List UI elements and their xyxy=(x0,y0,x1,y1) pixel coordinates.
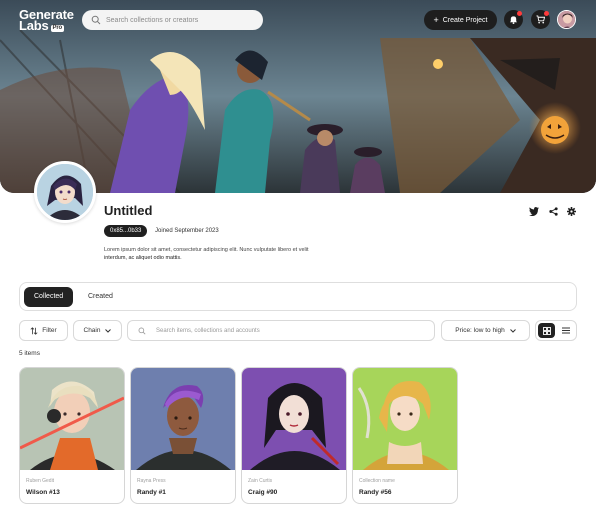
nft-artwork xyxy=(131,368,235,470)
cart-icon xyxy=(536,15,545,24)
sort-label: Price: low to high xyxy=(455,327,505,334)
logo-line-2: Labs xyxy=(19,18,49,33)
nft-card[interactable]: Collection name Randy #56 xyxy=(352,367,458,504)
bio-line-1: Lorem ipsum dolor sit amet, consectetur … xyxy=(104,247,309,253)
nft-image xyxy=(353,368,457,470)
brand-logo[interactable]: Generate Labs Pro xyxy=(19,8,74,33)
filter-button[interactable]: Filter xyxy=(19,320,68,341)
create-project-button[interactable]: + Create Project xyxy=(424,10,497,30)
nft-artwork xyxy=(242,368,346,470)
card-collection: Rayna Press xyxy=(137,478,166,484)
card-collection: Ruben Gedit xyxy=(26,478,55,484)
nft-image xyxy=(20,368,124,470)
joined-date: Joined September 2023 xyxy=(155,228,219,234)
chevron-down-icon xyxy=(509,328,516,333)
items-search-placeholder: Search items, collections and accounts xyxy=(156,327,260,334)
card-name: Wilson #13 xyxy=(26,489,60,496)
filter-label: Filter xyxy=(42,327,57,334)
profile-avatar xyxy=(34,161,96,223)
profile-bio: Lorem ipsum dolor sit amet, consectetur … xyxy=(104,246,339,262)
notification-dot xyxy=(517,11,522,16)
wallet-address-badge[interactable]: 0x85...0b33 xyxy=(104,225,148,237)
settings-button[interactable] xyxy=(566,206,576,216)
share-button[interactable] xyxy=(548,206,558,216)
list-view-button[interactable] xyxy=(557,323,574,338)
profile-name: Untitled xyxy=(104,203,153,218)
sort-arrows-icon xyxy=(30,326,38,335)
card-collection: Collection name xyxy=(359,478,395,484)
nft-artwork xyxy=(20,368,124,470)
list-icon xyxy=(561,327,570,334)
plus-icon: + xyxy=(433,15,439,25)
grid-icon xyxy=(542,326,551,335)
tab-created[interactable]: Created xyxy=(78,287,123,307)
nft-image xyxy=(242,368,346,470)
bell-icon xyxy=(509,16,518,24)
nft-card[interactable]: Ruben Gedit Wilson #13 xyxy=(19,367,125,504)
pro-badge: Pro xyxy=(50,25,64,32)
user-avatar-image xyxy=(558,11,575,28)
chevron-down-icon xyxy=(105,328,112,333)
global-search-placeholder: Search collections or creators xyxy=(106,16,199,24)
search-icon xyxy=(138,327,146,334)
view-toggle xyxy=(535,320,577,341)
card-name: Randy #1 xyxy=(137,489,166,496)
chain-dropdown[interactable]: Chain xyxy=(73,320,122,341)
bio-line-2: interdum, ac aliquet odio mattis. xyxy=(104,255,182,261)
nft-card[interactable]: Rayna Press Randy #1 xyxy=(130,367,236,504)
nft-card[interactable]: Zain Curtis Craig #90 xyxy=(241,367,347,504)
profile-avatar-image xyxy=(37,164,93,220)
item-count: 5 items xyxy=(19,350,40,357)
grid-view-button[interactable] xyxy=(538,323,555,338)
twitter-icon xyxy=(529,206,539,216)
chain-label: Chain xyxy=(83,327,101,334)
create-project-label: Create Project xyxy=(442,16,488,24)
items-search-input[interactable]: Search items, collections and accounts xyxy=(127,320,435,341)
card-name: Craig #90 xyxy=(248,489,278,496)
share-icon xyxy=(548,206,558,216)
nft-image xyxy=(131,368,235,470)
cart-button[interactable] xyxy=(531,10,550,29)
user-avatar[interactable] xyxy=(557,10,576,29)
top-nav-bar: Generate Labs Pro Search collections or c… xyxy=(0,0,596,38)
twitter-button[interactable] xyxy=(529,206,539,216)
cart-dot xyxy=(544,11,549,16)
settings-icon xyxy=(566,206,576,216)
tab-collected[interactable]: Collected xyxy=(24,287,74,307)
card-name: Randy #56 xyxy=(359,489,392,496)
nft-artwork xyxy=(353,368,457,470)
profile-tabs: Collected Created xyxy=(19,282,577,311)
sort-dropdown[interactable]: Price: low to high xyxy=(441,320,530,341)
global-search-input[interactable]: Search collections or creators xyxy=(82,10,263,30)
notifications-button[interactable] xyxy=(504,10,523,29)
card-collection: Zain Curtis xyxy=(248,478,273,484)
search-icon xyxy=(91,15,101,25)
